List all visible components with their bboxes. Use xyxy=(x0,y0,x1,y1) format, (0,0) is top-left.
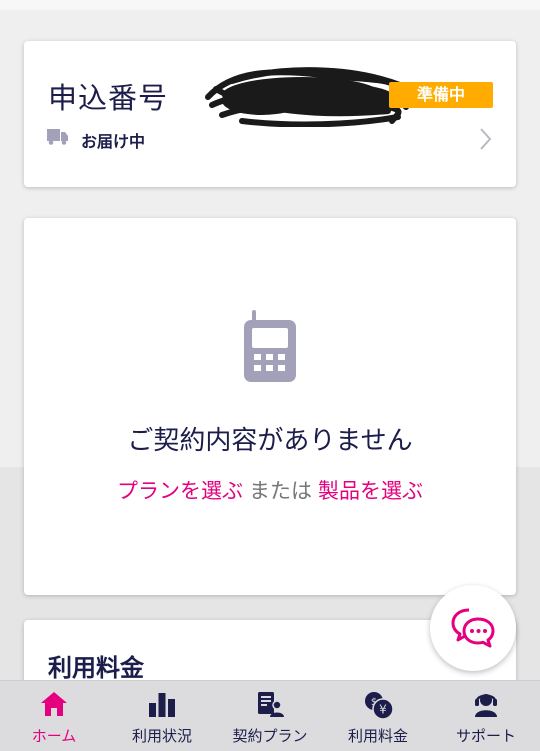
nav-usage-fee[interactable]: $ ¥ 利用料金 xyxy=(324,681,432,751)
nav-usage-fee-label: 利用料金 xyxy=(347,727,408,745)
chat-icon xyxy=(451,608,495,648)
nav-usage-status-label: 利用状況 xyxy=(131,727,192,745)
contract-card: ご契約内容がありません プランを選ぶ または 製品を選ぶ xyxy=(24,218,516,595)
support-agent-icon xyxy=(475,694,497,717)
bar-chart-icon xyxy=(149,693,175,717)
home-icon xyxy=(41,692,67,716)
nav-contract-plan[interactable]: 契約プラン xyxy=(216,681,324,751)
nav-home-label: ホーム xyxy=(31,727,77,745)
nav-contract-plan-label: 契約プラン xyxy=(232,727,308,745)
no-contract-message: ご契約内容がありません xyxy=(127,426,413,456)
status-badge: 準備中 xyxy=(389,82,493,108)
truck-icon xyxy=(47,129,68,145)
or-text: または xyxy=(249,479,312,503)
svg-text:¥: ¥ xyxy=(379,703,387,717)
nav-support[interactable]: サポート xyxy=(432,681,540,751)
choose-product-link[interactable]: 製品を選ぶ xyxy=(318,479,423,503)
contract-plan-icon xyxy=(258,692,284,717)
top-strip xyxy=(0,0,540,10)
nav-usage-status[interactable]: 利用状況 xyxy=(108,681,216,751)
usage-fee-title: 利用料金 xyxy=(48,654,144,682)
nav-home[interactable]: ホーム xyxy=(0,681,108,751)
order-card[interactable]: 申込番号 準備中 お届け中 xyxy=(24,41,516,187)
bottom-navigation: ホーム 利用状況 契約プラン $ ¥ 利用料金 サポート xyxy=(0,680,540,751)
delivery-status: お届け中 xyxy=(81,132,146,151)
chat-button[interactable] xyxy=(430,585,516,671)
choose-options-line: プランを選ぶ または 製品を選ぶ xyxy=(24,475,516,505)
chevron-right-icon[interactable] xyxy=(478,127,492,151)
choose-plan-link[interactable]: プランを選ぶ xyxy=(117,479,243,503)
mobile-phone-icon xyxy=(244,310,296,382)
nav-support-label: サポート xyxy=(455,727,516,745)
redacted-order-number xyxy=(205,67,409,127)
order-number-label: 申込番号 xyxy=(48,81,169,115)
yen-coins-icon: $ ¥ xyxy=(365,692,394,719)
